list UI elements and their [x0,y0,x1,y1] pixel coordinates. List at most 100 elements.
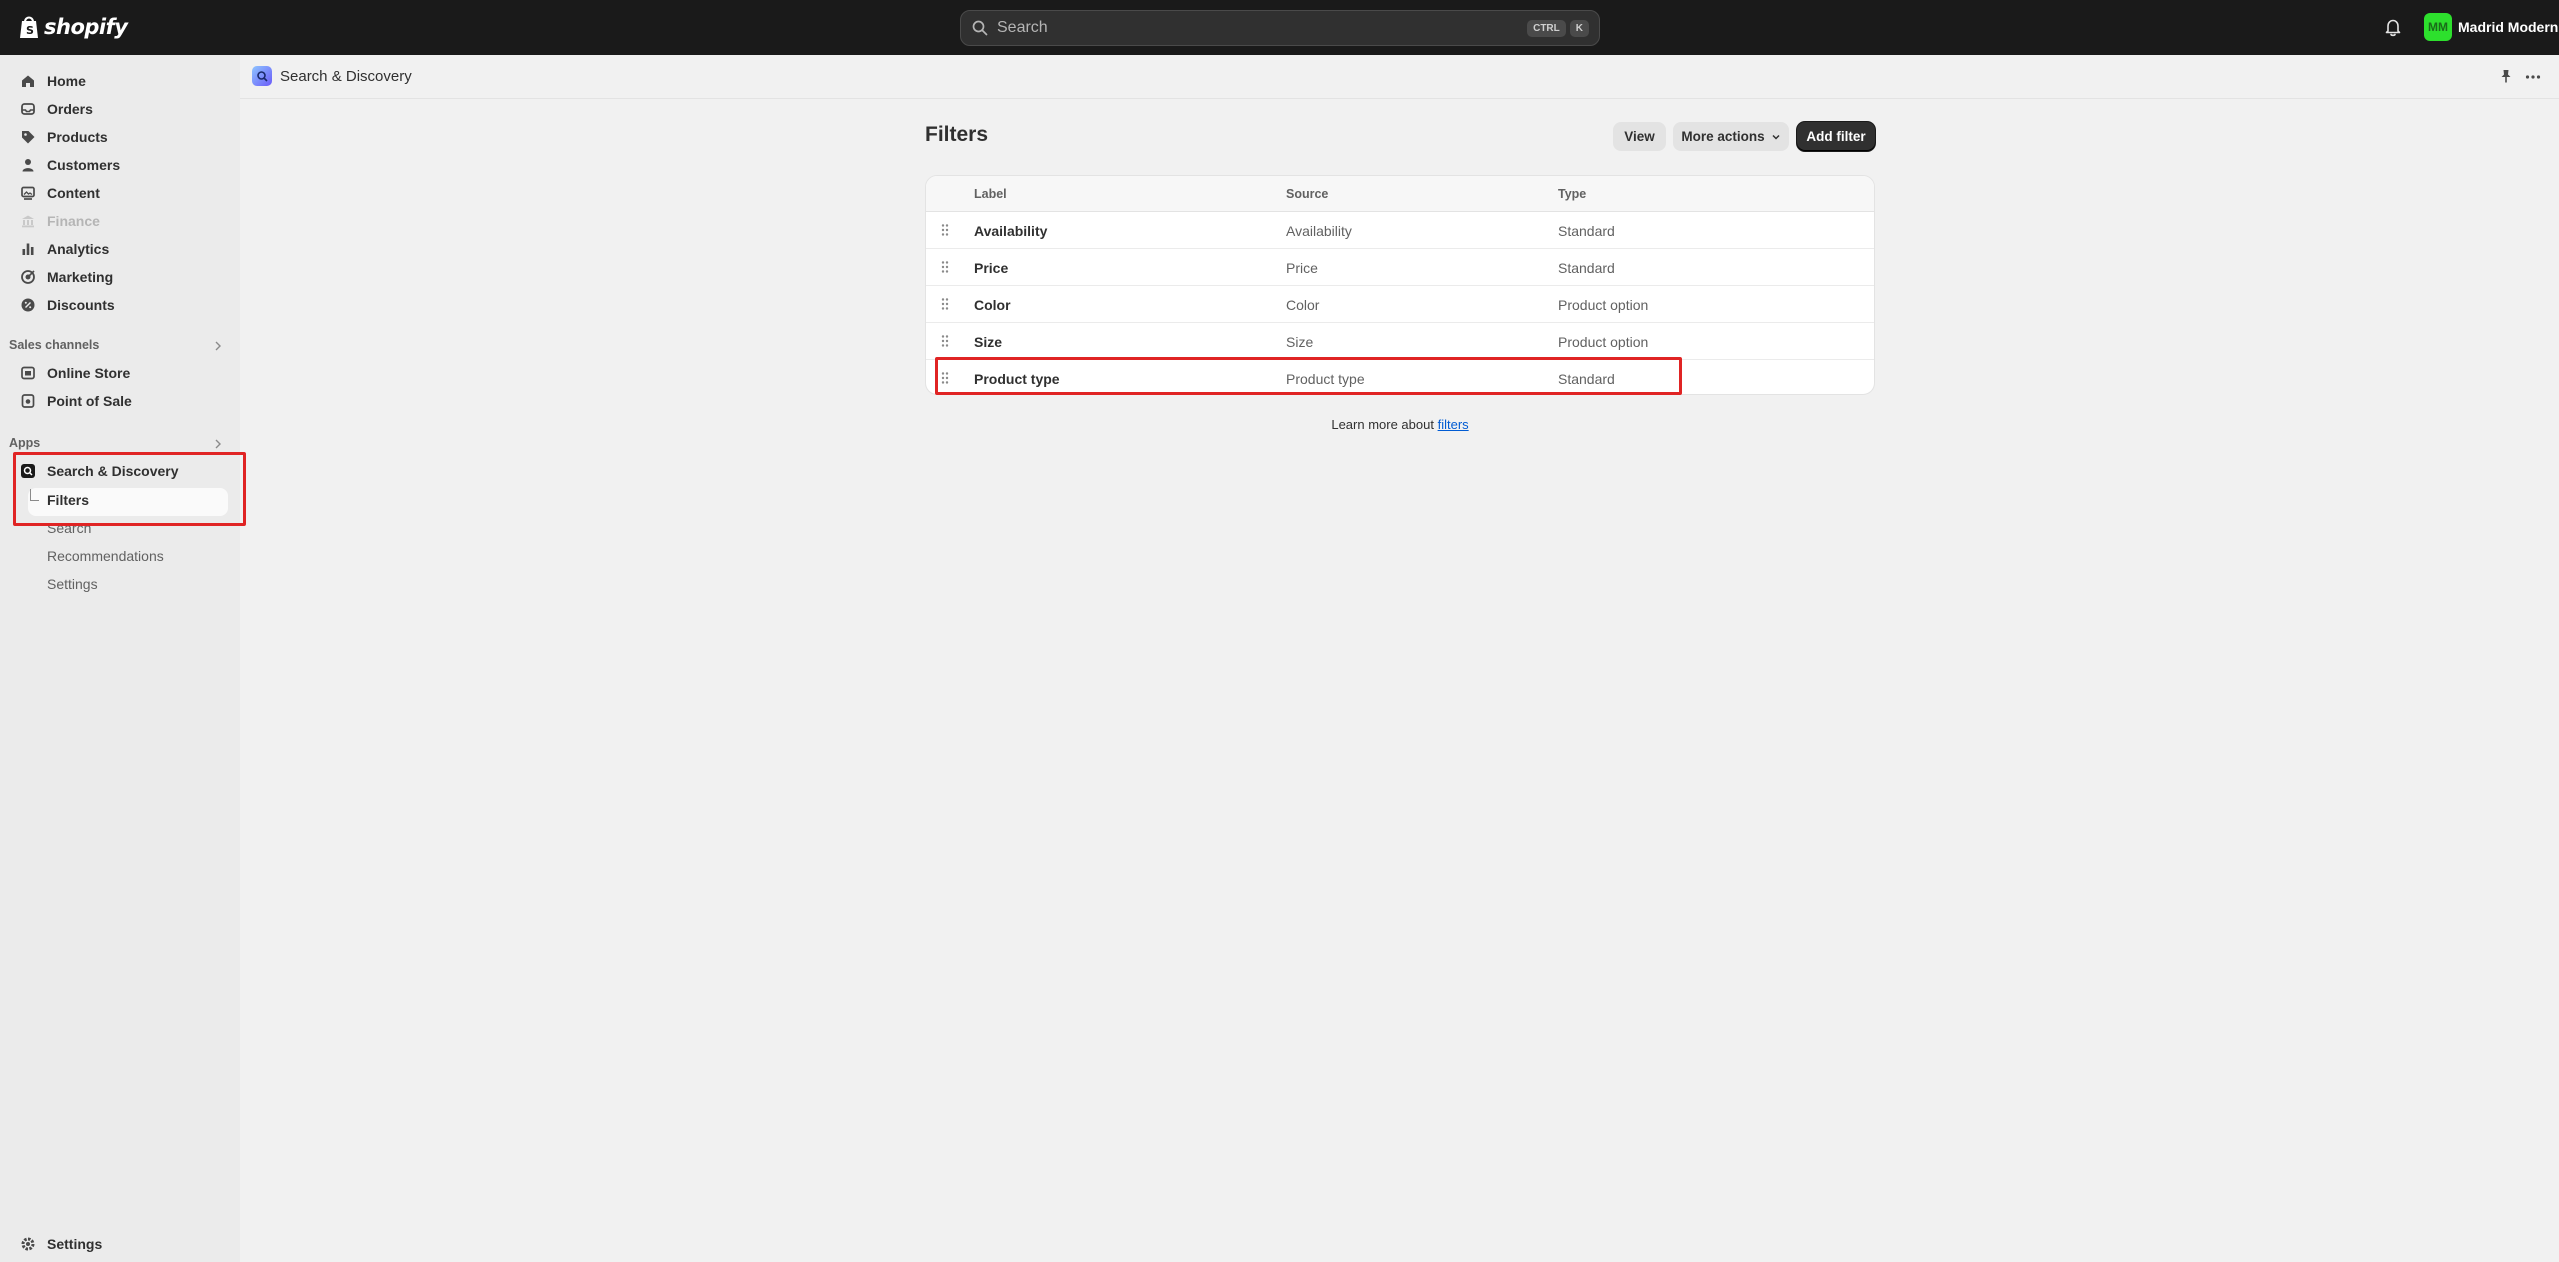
search-icon [972,20,988,36]
chevron-down-icon [1772,134,1780,140]
sidebar-item-label: Online Store [47,365,131,381]
bank-icon [22,215,34,228]
highlight-box-row [935,357,1682,395]
shopify-logo[interactable]: S shopify [18,14,128,40]
apps-heading: Apps [9,436,41,450]
svg-text:S: S [26,24,34,37]
sidebar-item-home[interactable]: Home [20,68,86,94]
cell-source: Availability [1286,223,1352,239]
sidebar-item-discounts[interactable]: Discounts [20,292,115,318]
sidebar-item-label: Home [47,73,86,89]
sidebar-item-finance: Finance [20,208,100,234]
sidebar-item-content[interactable]: Content [20,180,100,206]
page-title: Filters [925,123,989,146]
shortcut-key-ctrl: CTRL [1527,19,1566,37]
drag-handle-icon[interactable] [940,260,950,274]
tag-icon [22,131,35,144]
highlight-box-sidebar [13,452,246,526]
inbox-icon [21,103,35,115]
column-header-source: Source [1286,187,1329,201]
sidebar-item-label: Customers [47,157,121,173]
sidebar-item-label: Settings [47,1236,103,1252]
bar-chart-icon [22,243,34,255]
sidebar-item-marketing[interactable]: Marketing [20,264,113,290]
top-bar: S shopify Search CTRL K MM Madrid Modern [0,0,2559,55]
table-row[interactable]: Color Color Product option [926,286,1874,323]
search-placeholder: Search [997,19,1048,36]
store-name: Madrid Modern [2458,19,2559,35]
drag-handle-icon[interactable] [940,334,950,348]
cell-type: Product option [1558,297,1649,313]
sidebar-item-point-of-sale[interactable]: Point of Sale [20,388,132,414]
drag-handle-icon[interactable] [940,223,950,237]
add-filter-label: Add filter [1806,129,1866,144]
app-search-icon [257,71,268,82]
more-actions-button[interactable]: More actions [1673,122,1789,151]
pos-icon [21,394,35,408]
sidebar: Home Orders Products Customers Content F… [0,55,240,1262]
sidebar-item-label: Finance [47,213,100,229]
target-icon [21,270,35,284]
cell-label: Price [974,260,1009,276]
gear-icon [21,1237,35,1251]
chevron-right-icon[interactable] [212,438,224,450]
sidebar-subitem-recommendations[interactable]: Recommendations [47,548,164,564]
table-row[interactable]: Price Price Standard [926,249,1874,286]
cell-type: Standard [1558,260,1615,276]
sidebar-item-customers[interactable]: Customers [20,152,120,178]
sidebar-item-label: Discounts [47,297,115,313]
app-icon [252,66,272,86]
view-button-label: View [1624,129,1655,144]
sidebar-item-settings[interactable]: Settings [20,1231,102,1257]
avatar: MM [2424,13,2452,41]
more-horizontal-icon[interactable] [2524,68,2542,86]
table-row[interactable]: Availability Availability Standard [926,212,1874,249]
cell-label: Availability [974,223,1048,239]
sidebar-item-label: Products [47,129,108,145]
sidebar-subitem-settings[interactable]: Settings [47,576,98,592]
sales-channels-heading: Sales channels [9,338,100,352]
sidebar-item-products[interactable]: Products [20,124,108,150]
logo-text: shopify [44,15,128,39]
pin-icon[interactable] [2498,68,2514,84]
app-title: Search & Discovery [280,68,412,85]
discount-icon [21,298,35,312]
cell-source: Size [1286,334,1314,350]
column-header-label: Label [974,187,1007,201]
more-actions-label: More actions [1681,129,1765,144]
learn-more: Learn more about filters [925,417,1875,432]
filters-help-link[interactable]: filters [1438,417,1469,432]
view-button[interactable]: View [1613,122,1666,151]
shortcut-key-k: K [1569,19,1589,37]
cell-type: Standard [1558,223,1615,239]
cell-type: Product option [1558,334,1649,350]
chevron-right-icon[interactable] [212,340,224,352]
page-header-bar: Search & Discovery [240,55,2559,99]
image-icon [21,186,35,200]
cell-source: Color [1286,297,1320,313]
sidebar-item-analytics[interactable]: Analytics [20,236,109,262]
add-filter-button[interactable]: Add filter [1797,122,1875,151]
sidebar-item-label: Orders [47,101,93,117]
sidebar-item-orders[interactable]: Orders [20,96,93,122]
person-icon [22,159,34,172]
table-row[interactable]: Size Size Product option [926,323,1874,360]
cell-label: Color [974,297,1011,313]
home-icon [22,75,34,87]
shopify-bag-icon: S [20,16,38,38]
search-input[interactable]: Search CTRL K [960,10,1600,46]
sidebar-item-label: Marketing [47,269,114,285]
store-icon [21,366,35,380]
sidebar-item-label: Content [47,185,100,201]
store-menu[interactable]: MM Madrid Modern [2424,13,2558,41]
drag-handle-icon[interactable] [940,297,950,311]
table-header: Label Source Type [926,176,1874,212]
sidebar-item-label: Point of Sale [47,393,132,409]
learn-more-text: Learn more about [1331,417,1434,432]
cell-label: Size [974,334,1003,350]
sidebar-item-online-store[interactable]: Online Store [20,360,130,386]
column-header-type: Type [1558,187,1587,201]
bell-icon[interactable] [2382,16,2404,38]
cell-source: Price [1286,260,1318,276]
sidebar-item-label: Analytics [47,241,110,257]
